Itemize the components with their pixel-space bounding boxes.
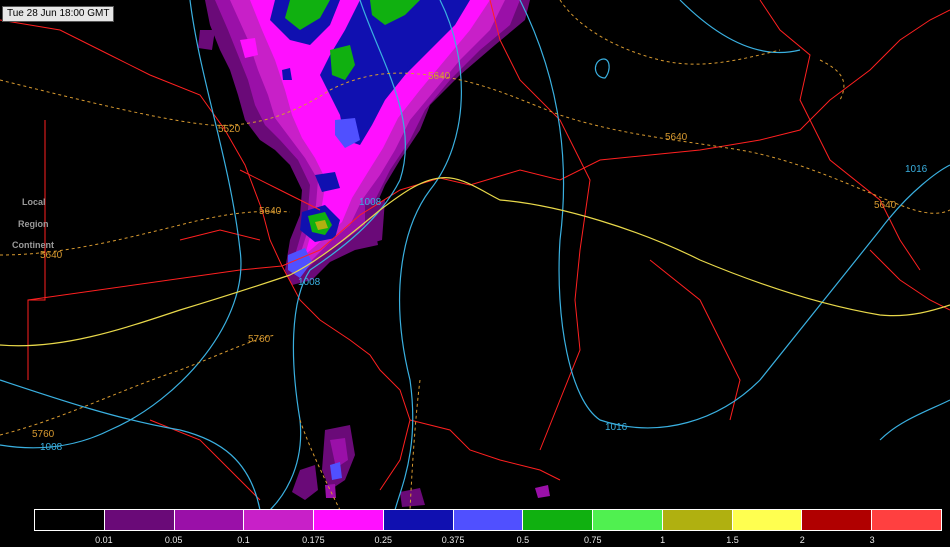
isobar-label: 1008: [359, 197, 382, 208]
legend-swatch: [732, 510, 803, 530]
legend-swatch: [383, 510, 454, 530]
legend-swatch: [244, 510, 315, 530]
thickness-label: 5640: [874, 200, 897, 211]
thickness-label: 5640: [665, 132, 688, 143]
legend-swatch: [453, 510, 524, 530]
legend-tick-label: 0.175: [302, 535, 325, 545]
legend-tick-label: 3: [869, 535, 875, 545]
forecast-map[interactable]: 1008 1008 1008 1016 1016 5640 5520 5640 …: [0, 0, 950, 510]
thickness-label: 5520: [218, 124, 241, 135]
legend-tick-label: 1.5: [726, 535, 739, 545]
isobar-label: 1008: [40, 442, 63, 453]
legend-swatch: [314, 510, 384, 530]
isobar-label: 1008: [298, 277, 321, 288]
legend-tick-label: 0.75: [584, 535, 602, 545]
legend-tick-label: 0.1: [237, 535, 250, 545]
forecast-timestamp: Tue 28 Jun 18:00 GMT: [2, 6, 115, 22]
thickness-label: 5640: [259, 206, 282, 217]
zoom-continent-button[interactable]: Continent: [12, 240, 54, 250]
legend-swatch: [662, 510, 733, 530]
legend-tick-label: 2: [799, 535, 805, 545]
precipitation-legend: [34, 509, 942, 531]
legend-swatch: [35, 510, 105, 530]
legend-tick-label: 1: [660, 535, 666, 545]
legend-swatch: [593, 510, 663, 530]
legend-tick-label: 0.01: [95, 535, 113, 545]
legend-swatch: [523, 510, 594, 530]
zoom-local-button[interactable]: Local: [22, 197, 46, 207]
legend-swatch: [872, 510, 941, 530]
thickness-label: 5760: [32, 429, 55, 440]
legend-swatch: [802, 510, 873, 530]
thickness-label: 5760: [248, 334, 271, 345]
zoom-region-button[interactable]: Region: [18, 219, 49, 229]
legend-tick-label: 0.25: [374, 535, 392, 545]
legend-tick-label: 0.5: [516, 535, 530, 545]
thickness-label: 5640: [40, 250, 63, 261]
legend-swatch: [174, 510, 245, 530]
thickness-label: 5640: [428, 71, 451, 82]
isobar-label: 1016: [905, 164, 928, 175]
isobar-label: 1016: [605, 422, 628, 433]
legend-tick-label: 0.375: [441, 535, 465, 545]
legend-tick-label: 0.05: [164, 535, 183, 545]
legend-swatch: [104, 510, 175, 530]
